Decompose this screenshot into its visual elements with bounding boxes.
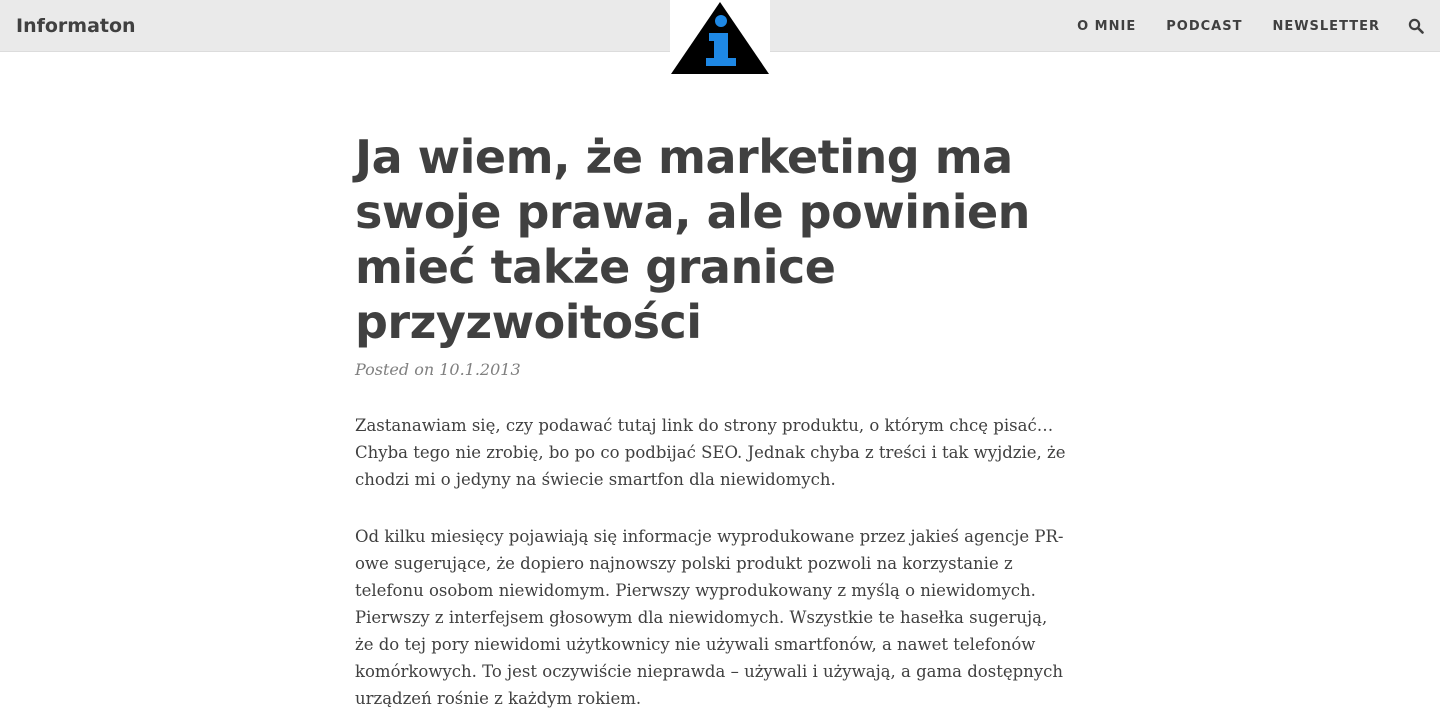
nav-link-o-mnie[interactable]: O MNIE [1077, 19, 1136, 34]
nav-link-podcast[interactable]: PODCAST [1166, 19, 1242, 34]
main-navigation: O MNIE PODCAST NEWSLETTER [1077, 0, 1424, 52]
post-meta: Posted on 10.1.2013 [355, 360, 1070, 379]
search-icon[interactable] [1408, 18, 1424, 34]
post-paragraph: Od kilku miesięcy pojawiają się informac… [355, 527, 1064, 708]
nav-link-newsletter[interactable]: NEWSLETTER [1272, 19, 1380, 34]
blog-post: Ja wiem, że marketing ma swoje prawa, al… [355, 130, 1070, 712]
info-triangle-logo-icon [671, 2, 769, 74]
top-navbar: Informaton O MNIE PODCAST NEWSLETTER [0, 0, 1440, 76]
site-logo[interactable] [670, 0, 770, 76]
post-date: 10.1.2013 [439, 360, 521, 379]
post-paragraph: Zastanawiam się, czy podawać tutaj link … [355, 416, 1066, 489]
site-brand-link[interactable]: Informaton [16, 0, 136, 52]
post-meta-prefix: Posted on [355, 360, 435, 379]
post-title: Ja wiem, że marketing ma swoje prawa, al… [355, 130, 1030, 349]
post-body: Zastanawiam się, czy podawać tutaj link … [355, 412, 1070, 712]
